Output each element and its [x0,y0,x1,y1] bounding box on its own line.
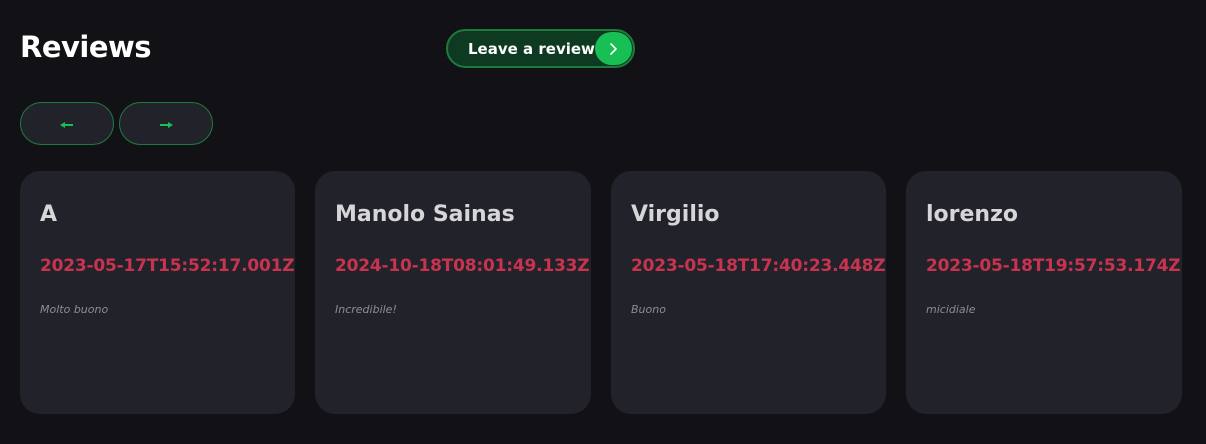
previous-button[interactable] [20,102,114,145]
review-text: Buono [631,303,666,316]
review-author: lorenzo [926,202,1019,227]
page-title: Reviews [20,30,152,64]
review-author: Manolo Sainas [335,202,515,227]
arrow-right-icon [159,114,173,133]
reviews-section: Reviews Leave a review A 2023-05-17T15:5… [0,0,1206,444]
review-author: A [40,202,58,227]
review-text: Molto buono [40,303,109,316]
review-date: 2023-05-18T17:40:23.448Z [631,256,886,276]
arrow-left-icon [60,114,74,133]
chevron-right-icon [595,32,632,65]
review-text: micidiale [926,303,976,316]
next-button[interactable] [119,102,213,145]
review-date: 2024-10-18T08:01:49.133Z [335,256,590,276]
review-card: Manolo Sainas 2024-10-18T08:01:49.133Z I… [315,171,591,414]
review-date: 2023-05-17T15:52:17.001Z [40,256,295,276]
leave-review-label: Leave a review [468,39,595,58]
review-text: Incredibile! [335,303,397,316]
review-card: Virgilio 2023-05-18T17:40:23.448Z Buono [611,171,886,414]
leave-review-button[interactable]: Leave a review [446,29,635,68]
review-author: Virgilio [631,202,720,227]
review-card: A 2023-05-17T15:52:17.001Z Molto buono [20,171,295,414]
review-card: lorenzo 2023-05-18T19:57:53.174Z micidia… [906,171,1182,414]
review-date: 2023-05-18T19:57:53.174Z [926,256,1181,276]
